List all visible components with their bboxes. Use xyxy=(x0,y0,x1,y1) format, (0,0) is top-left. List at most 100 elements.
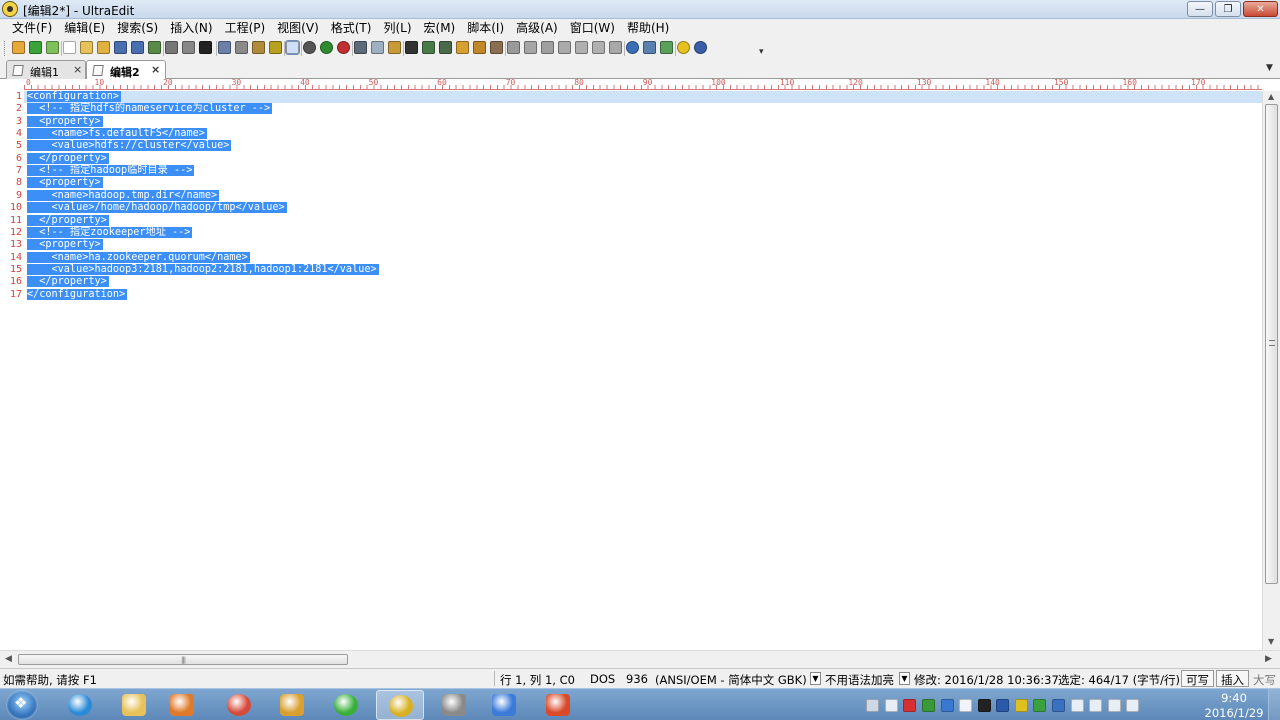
virtualbox-taskbar-button[interactable] xyxy=(480,690,528,720)
help-icon[interactable] xyxy=(694,41,707,54)
new-project-icon[interactable] xyxy=(12,41,25,54)
menu-insert[interactable]: 插入(N) xyxy=(164,19,218,38)
syntax-dropdown-icon[interactable]: ▼ xyxy=(899,672,910,685)
menu-search[interactable]: 搜索(S) xyxy=(111,19,164,38)
tab-edit2[interactable]: 编辑2 × xyxy=(86,60,166,80)
format-icon[interactable] xyxy=(609,41,622,54)
network-share-tray-icon[interactable] xyxy=(941,699,954,712)
nav-forward-icon[interactable] xyxy=(320,41,333,54)
find-next-icon[interactable] xyxy=(422,41,435,54)
ie-taskbar-button[interactable] xyxy=(56,690,104,720)
menu-edit[interactable]: 编辑(E) xyxy=(58,19,111,38)
code-line[interactable]: <name>ha.zookeeper.quorum</name> xyxy=(27,251,250,264)
toolbar-overflow-icon[interactable]: ▾ xyxy=(759,47,764,57)
code-line[interactable]: <name>hadoop.tmp.dir</name> xyxy=(27,189,220,202)
code-line[interactable]: <value>hdfs://cluster</value> xyxy=(27,140,232,152)
clock-time[interactable]: 9:40 xyxy=(1218,691,1250,705)
minimize-button[interactable]: — xyxy=(1187,1,1213,17)
display-tray-icon[interactable] xyxy=(1052,699,1065,712)
scroll-up-icon[interactable]: ▲ xyxy=(1268,92,1274,101)
menu-view[interactable]: 视图(V) xyxy=(271,19,325,38)
file-tree-icon[interactable] xyxy=(269,41,282,54)
column-mode-icon[interactable] xyxy=(235,41,248,54)
code-line[interactable]: <configuration> xyxy=(27,91,122,103)
windows-tray-icon[interactable] xyxy=(959,699,972,712)
code-line[interactable]: </property> xyxy=(27,276,109,288)
tip-icon[interactable] xyxy=(677,41,690,54)
horizontal-scrollbar[interactable]: ◀ ||| ▶ xyxy=(0,650,1280,668)
scroll-right-icon[interactable]: ▶ xyxy=(1265,654,1272,664)
media-player-taskbar-button[interactable] xyxy=(158,690,206,720)
browser-360-taskbar-button[interactable] xyxy=(322,690,370,720)
tool-tray-icon[interactable] xyxy=(922,699,935,712)
scroll-down-icon[interactable]: ▼ xyxy=(1268,637,1274,646)
code-line[interactable]: <!-- 指定hadoop临时目录 --> xyxy=(27,165,195,177)
code-line[interactable]: <name>fs.defaultFS</name> xyxy=(27,128,207,140)
qq-tray-icon[interactable] xyxy=(978,699,991,712)
keyboard-tray-icon[interactable] xyxy=(866,699,879,712)
menu-script[interactable]: 脚本(I) xyxy=(461,19,510,38)
pen-tray-icon[interactable] xyxy=(885,699,898,712)
shield-tray-icon[interactable] xyxy=(1033,699,1046,712)
vertical-scrollbar[interactable]: ▲ ▼ xyxy=(1262,91,1280,650)
close-window-button[interactable]: ✕ xyxy=(1243,1,1278,17)
new-file-icon[interactable] xyxy=(63,41,76,54)
antivirus-tray-icon[interactable] xyxy=(903,699,916,712)
open-folder-icon[interactable] xyxy=(97,41,110,54)
find-in-files-icon[interactable] xyxy=(439,41,452,54)
menu-macro[interactable]: 宏(M) xyxy=(418,19,462,38)
code-line[interactable]: </property> xyxy=(27,152,109,165)
font-icon[interactable] xyxy=(199,41,212,54)
nav-back-icon[interactable] xyxy=(303,41,316,54)
line-numbers-icon[interactable] xyxy=(285,40,300,55)
code-line[interactable]: </configuration> xyxy=(27,288,128,301)
toolbar-grip[interactable] xyxy=(4,41,7,56)
menu-window[interactable]: 窗口(W) xyxy=(564,19,621,38)
code-line[interactable]: <property> xyxy=(27,115,103,128)
menu-column[interactable]: 列(L) xyxy=(377,19,417,38)
justify-icon[interactable] xyxy=(558,41,571,54)
power-tray-icon[interactable] xyxy=(1089,699,1102,712)
word-wrap-icon[interactable] xyxy=(252,41,265,54)
code-line[interactable]: </property> xyxy=(27,214,109,227)
add-tray-icon[interactable] xyxy=(1015,699,1028,712)
scroll-left-icon[interactable]: ◀ xyxy=(5,654,12,664)
browser-icon[interactable] xyxy=(626,41,639,54)
forward-icon[interactable] xyxy=(46,41,59,54)
align-right-icon[interactable] xyxy=(541,41,554,54)
menu-file[interactable]: 文件(F) xyxy=(6,19,58,38)
print-preview-icon[interactable] xyxy=(182,41,195,54)
game-app-taskbar-button[interactable] xyxy=(534,690,582,720)
indent-icon[interactable] xyxy=(575,41,588,54)
bluetooth-tray-icon[interactable] xyxy=(996,699,1009,712)
printer-app-taskbar-button[interactable] xyxy=(430,690,478,720)
code-line[interactable]: <!-- 指定hdfs的nameservice为cluster --> xyxy=(27,103,273,115)
code-line[interactable]: <value>/home/hadoop/hadoop/tmp</value> xyxy=(27,202,287,214)
sync-icon[interactable] xyxy=(660,41,673,54)
tab-close-icon[interactable]: × xyxy=(151,63,160,76)
menu-format[interactable]: 格式(T) xyxy=(325,19,378,38)
menu-project[interactable]: 工程(P) xyxy=(219,19,272,38)
cut-icon[interactable] xyxy=(354,41,367,54)
code-line[interactable]: <!-- 指定zookeeper地址 --> xyxy=(27,226,193,239)
stop-icon[interactable] xyxy=(337,41,350,54)
code-line[interactable]: <value>hadoop3:2181,hadoop2:2181,hadoop1… xyxy=(27,263,379,276)
tab-edit1[interactable]: 编辑1 × xyxy=(6,60,86,79)
ftp-icon[interactable] xyxy=(643,41,656,54)
status-syntax-highlighting[interactable]: 不用语法加亮 xyxy=(825,672,894,688)
replace-in-files-icon[interactable] xyxy=(473,41,486,54)
status-encoding[interactable]: (ANSI/OEM - 简体中文 GBK) xyxy=(655,672,807,688)
chrome-taskbar-button[interactable] xyxy=(215,690,263,720)
ultraedit-app-icon[interactable] xyxy=(2,1,18,17)
align-left-icon[interactable] xyxy=(507,41,520,54)
print-icon[interactable] xyxy=(165,41,178,54)
save-all-icon[interactable] xyxy=(131,41,144,54)
save-as-icon[interactable] xyxy=(148,41,161,54)
align-center-icon[interactable] xyxy=(524,41,537,54)
replace-icon[interactable] xyxy=(456,41,469,54)
menu-advanced[interactable]: 高级(A) xyxy=(510,19,564,38)
signal-tray-icon[interactable] xyxy=(1126,699,1139,712)
find-icon[interactable] xyxy=(405,41,418,54)
editor-text-area[interactable]: <configuration> <!-- 指定hdfs的nameservice为… xyxy=(24,91,1262,650)
status-insert-mode-toggle[interactable]: 插入 xyxy=(1216,670,1249,687)
